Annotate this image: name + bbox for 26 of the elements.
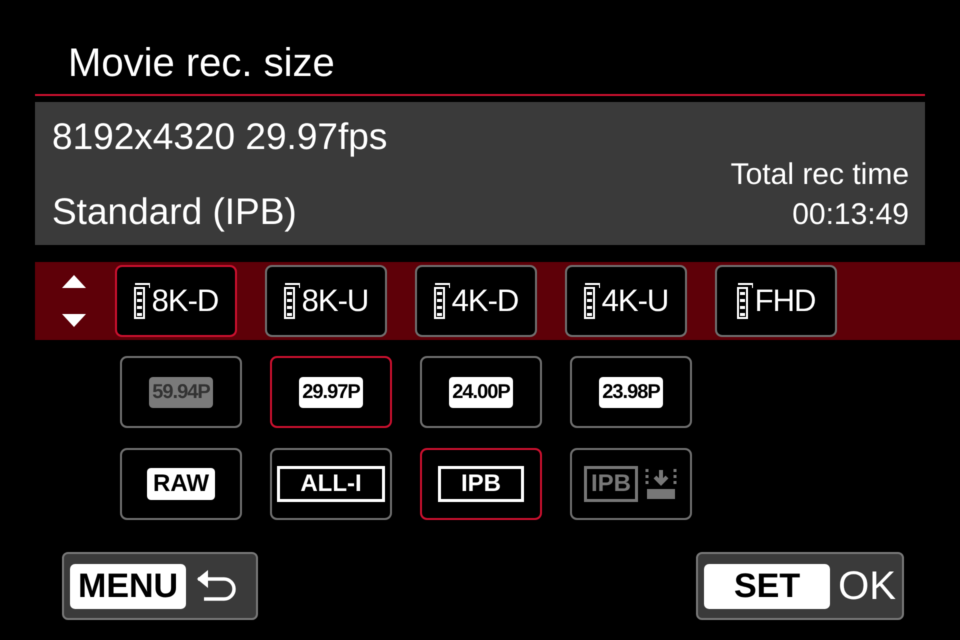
size-summary: 8192x4320 29.97fps xyxy=(52,115,388,159)
codec-option[interactable]: IPB xyxy=(420,448,542,520)
rate-option[interactable]: 29.97P xyxy=(270,356,392,428)
rate-option[interactable]: 23.98P xyxy=(570,356,692,428)
codec-option[interactable]: RAW xyxy=(120,448,242,520)
size-option[interactable]: 8K-D xyxy=(115,265,237,337)
download-icon xyxy=(644,467,678,501)
menu-button[interactable]: MENU xyxy=(62,552,258,620)
size-option[interactable]: 4K-U xyxy=(565,265,687,337)
rate-option[interactable]: 24.00P xyxy=(420,356,542,428)
size-option[interactable]: FHD xyxy=(715,265,837,337)
rec-time: 00:13:49 xyxy=(792,197,909,233)
film-icon xyxy=(134,282,150,320)
film-icon xyxy=(284,282,300,320)
rec-time-label: Total rec time xyxy=(730,157,909,193)
screen-title: Movie rec. size xyxy=(67,40,336,87)
film-icon xyxy=(584,282,600,320)
film-icon xyxy=(434,282,450,320)
size-option[interactable]: 4K-D xyxy=(415,265,537,337)
up-arrow-icon xyxy=(61,273,87,289)
quality-summary: Standard (IPB) xyxy=(52,190,298,234)
down-arrow-icon xyxy=(61,313,87,329)
size-option[interactable]: 8K-U xyxy=(265,265,387,337)
set-ok-button[interactable]: SET OK xyxy=(696,552,904,620)
film-icon xyxy=(736,282,753,320)
codec-option[interactable]: ALL-I xyxy=(270,448,392,520)
